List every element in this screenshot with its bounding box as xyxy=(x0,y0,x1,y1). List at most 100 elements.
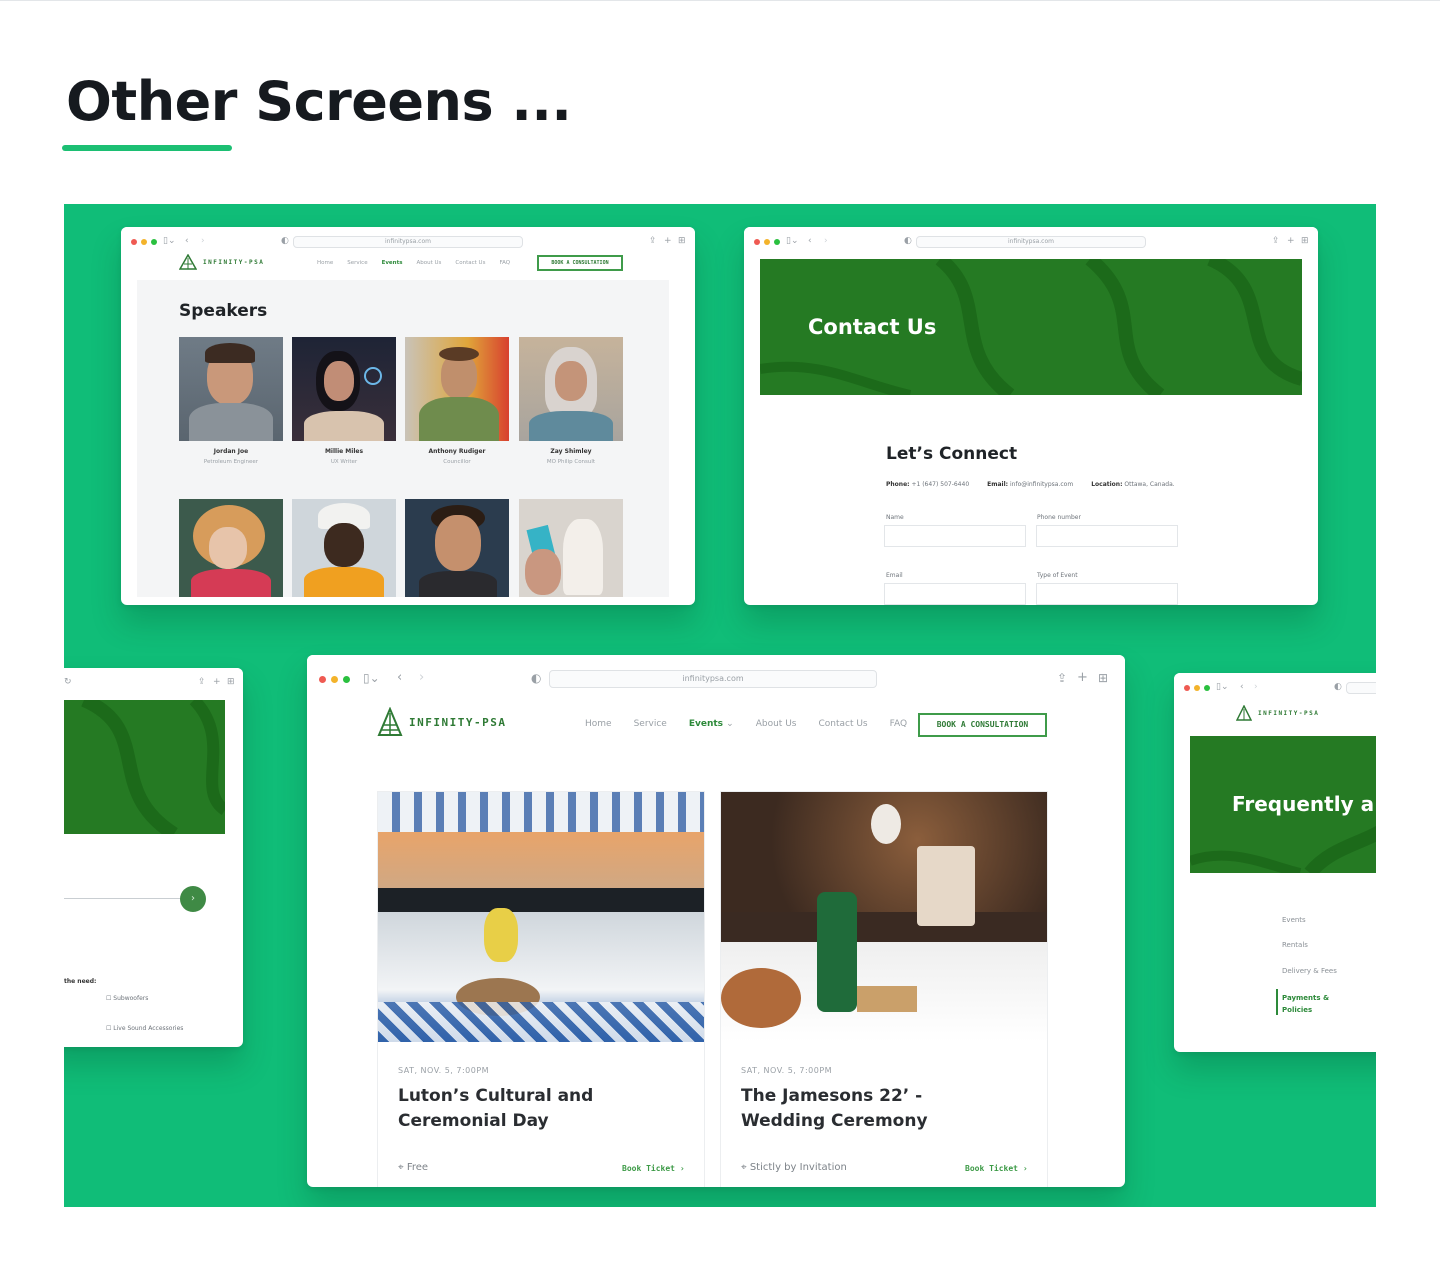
nav-events[interactable]: Events xyxy=(382,260,403,266)
speaker-role: UX Writer xyxy=(330,459,358,465)
window-controls[interactable] xyxy=(131,239,157,245)
window-controls[interactable] xyxy=(319,676,350,683)
event-card[interactable]: SAT, NOV. 5, 7:00PM Luton’s Cultural and… xyxy=(377,791,705,1187)
faq-category-delivery[interactable]: Delivery & Fees xyxy=(1282,967,1337,975)
forward-icon[interactable]: › xyxy=(419,670,424,685)
nav-about[interactable]: About Us xyxy=(756,719,797,729)
new-tab-icon[interactable]: + xyxy=(664,236,672,246)
screens-showcase: ▯⌄ ‹ › ◐ infinitypsa.com ⇪ + ⊞ INFINITY-… xyxy=(64,204,1376,1207)
sidebar-icon[interactable]: ▯⌄ xyxy=(1216,682,1229,692)
nav-about[interactable]: About Us xyxy=(416,260,441,266)
name-label: Name xyxy=(886,514,904,521)
share-icon[interactable]: ⇪ xyxy=(198,677,206,687)
book-ticket-link[interactable]: Book Ticket › xyxy=(965,1164,1028,1173)
phone-label: Phone number xyxy=(1037,514,1081,521)
event-type-select[interactable] xyxy=(1036,583,1178,605)
event-card[interactable]: SAT, NOV. 5, 7:00PM The Jamesons 22’ - W… xyxy=(720,791,1048,1187)
contact-hero-title: Contact Us xyxy=(808,315,937,339)
faq-category-rentals[interactable]: Rentals xyxy=(1282,941,1308,949)
faq-category-events[interactable]: Events xyxy=(1282,916,1306,924)
speaker-role: Councillor xyxy=(443,459,471,465)
new-tab-icon[interactable]: + xyxy=(1287,236,1295,246)
browser-chrome: ▯⌄ ‹ › ◐ infinitypsa.com ⇪ + ⊞ xyxy=(307,655,1125,703)
book-consultation-button[interactable]: BOOK A CONSULTATION xyxy=(537,255,623,271)
address-bar[interactable]: infinitypsa.com xyxy=(916,236,1146,248)
name-field[interactable] xyxy=(884,525,1026,547)
address-bar[interactable] xyxy=(1346,682,1376,694)
phone-field[interactable] xyxy=(1036,525,1178,547)
book-consultation-button[interactable]: BOOK A CONSULTATION xyxy=(918,713,1047,737)
nav-home[interactable]: Home xyxy=(585,719,612,729)
new-tab-icon[interactable]: + xyxy=(213,677,221,687)
contact-window: ▯⌄ ‹ › ◐ infinitypsa.com ⇪ + ⊞ Contact U… xyxy=(744,227,1318,605)
rental-hero xyxy=(64,700,225,834)
chevron-down-icon: ⌄ xyxy=(726,719,734,729)
nav-service[interactable]: Service xyxy=(634,719,667,729)
address-bar[interactable]: infinitypsa.com xyxy=(549,670,877,688)
sidebar-icon[interactable]: ▯⌄ xyxy=(786,236,799,246)
faq-category-active-marker xyxy=(1276,989,1278,1015)
nav-contact[interactable]: Contact Us xyxy=(455,260,485,266)
book-ticket-link[interactable]: Book Ticket › xyxy=(622,1164,685,1173)
nav-contact[interactable]: Contact Us xyxy=(818,719,867,729)
speaker-photo[interactable] xyxy=(292,499,396,597)
speaker-photo[interactable] xyxy=(292,337,396,441)
window-controls[interactable] xyxy=(1184,685,1210,691)
logo-mark-icon xyxy=(1236,705,1252,721)
site-logo[interactable]: INFINITY-PSA xyxy=(179,254,264,270)
back-icon[interactable]: ‹ xyxy=(1240,682,1244,692)
nav-faq[interactable]: FAQ xyxy=(890,719,907,729)
speaker-photo[interactable] xyxy=(179,337,283,441)
option-subwoofers[interactable]: ☐ Subwoofers xyxy=(106,995,148,1002)
tabs-icon[interactable]: ⊞ xyxy=(678,236,686,246)
tabs-icon[interactable]: ⊞ xyxy=(1301,236,1309,246)
tabs-icon[interactable]: ⊞ xyxy=(1098,671,1108,685)
event-title[interactable]: Luton’s Cultural and Ceremonial Day xyxy=(398,1084,678,1134)
event-title[interactable]: The Jamesons 22’ - Wedding Ceremony xyxy=(741,1084,941,1134)
back-icon[interactable]: ‹ xyxy=(185,236,189,246)
contact-phone[interactable]: +1 (647) 507-6440 xyxy=(911,481,969,488)
speaker-photo[interactable] xyxy=(519,499,623,597)
speaker-name: Jordan Joe xyxy=(213,448,249,455)
share-icon[interactable]: ⇪ xyxy=(1057,671,1067,685)
contact-email[interactable]: info@infinitypsa.com xyxy=(1010,481,1073,488)
speaker-photo[interactable] xyxy=(519,337,623,441)
window-controls[interactable] xyxy=(754,239,780,245)
forward-icon[interactable]: › xyxy=(1254,682,1258,692)
nav-service[interactable]: Service xyxy=(347,260,367,266)
back-icon[interactable]: ‹ xyxy=(808,236,812,246)
faq-category-payments[interactable]: Payments & Policies xyxy=(1282,992,1348,1016)
option-live-sound[interactable]: ☐ Live Sound Accessories xyxy=(106,1025,183,1032)
sidebar-icon[interactable]: ▯⌄ xyxy=(363,671,380,685)
page-title: Other Screens ... xyxy=(66,70,572,133)
events-window: ▯⌄ ‹ › ◐ infinitypsa.com ⇪ + ⊞ INFINITY-… xyxy=(307,655,1125,1187)
speaker-role: Petroleum Engineer xyxy=(203,459,259,465)
chevron-right-icon: › xyxy=(679,1164,685,1173)
sidebar-icon[interactable]: ▯⌄ xyxy=(163,236,176,246)
contact-info: Phone: +1 (647) 507-6440 Email: info@inf… xyxy=(886,481,1175,488)
browser-chrome: ▯⌄ ‹ › ◐ infinitypsa.com ⇪ + ⊞ xyxy=(121,227,695,257)
forward-icon[interactable]: › xyxy=(201,236,205,246)
share-icon[interactable]: ⇪ xyxy=(1272,236,1280,246)
email-field[interactable] xyxy=(884,583,1026,605)
top-divider xyxy=(0,0,1440,1)
forward-icon[interactable]: › xyxy=(824,236,828,246)
speaker-photo[interactable] xyxy=(405,499,509,597)
nav-events[interactable]: Events ⌄ xyxy=(689,719,734,729)
nav-home[interactable]: Home xyxy=(317,260,333,266)
share-icon[interactable]: ⇪ xyxy=(649,236,657,246)
back-icon[interactable]: ‹ xyxy=(397,670,402,685)
nav-faq[interactable]: FAQ xyxy=(499,260,510,266)
speaker-photo[interactable] xyxy=(179,499,283,597)
step-next-button[interactable]: › xyxy=(180,886,206,912)
site-logo[interactable]: INFINITY-PSA xyxy=(1236,705,1319,721)
reload-icon[interactable]: ↻ xyxy=(64,677,72,687)
address-bar[interactable]: infinitypsa.com xyxy=(293,236,523,248)
chevron-right-icon: › xyxy=(1022,1164,1028,1173)
new-tab-icon[interactable]: + xyxy=(1077,670,1088,685)
speaker-photo[interactable] xyxy=(405,337,509,441)
speaker-name: Millie Miles xyxy=(324,448,364,455)
site-logo[interactable]: INFINITY-PSA xyxy=(377,707,506,737)
tabs-icon[interactable]: ⊞ xyxy=(227,677,235,687)
lets-connect-heading: Let’s Connect xyxy=(886,444,1018,464)
